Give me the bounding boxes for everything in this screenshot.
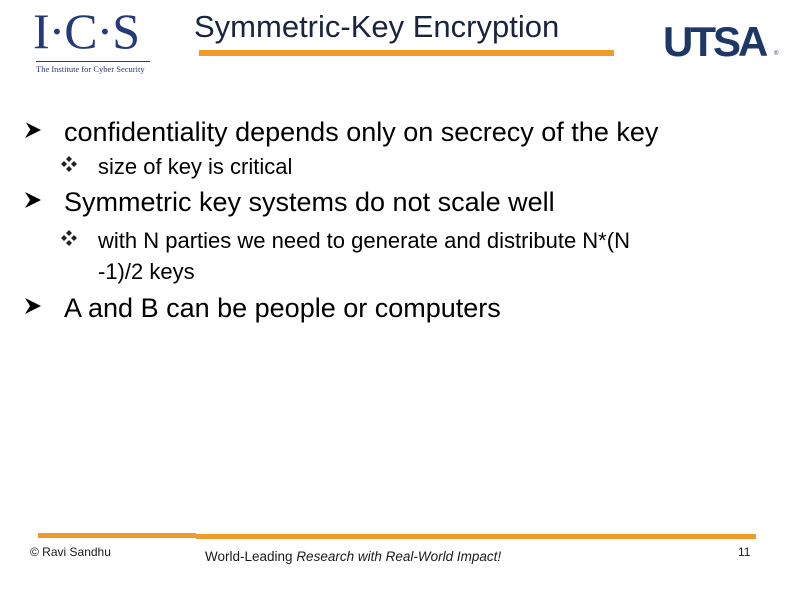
- utsa-registered-mark: ®: [774, 51, 779, 57]
- sub-bullet-text-line2: -1)/2 keys: [98, 259, 195, 284]
- footer-rule: [196, 534, 756, 539]
- ics-logo-tagline: The Institute for Cyber Security: [36, 64, 145, 74]
- sub-bullet-text-line1: with N parties we need to generate and d…: [98, 228, 630, 253]
- page-number: 11: [738, 545, 751, 559]
- sub-bullet-text: size of key is critical: [98, 154, 293, 179]
- slide-title: Symmetric-Key Encryption: [194, 9, 560, 44]
- ics-logo-letters: I·C·S: [33, 3, 140, 59]
- title-underline: [199, 50, 614, 56]
- bullet-text: Symmetric key systems do not scale well: [64, 187, 555, 217]
- footer-tagline: World-Leading Research with Real-World I…: [205, 549, 501, 564]
- footer-copyright: © Ravi Sandhu: [30, 545, 111, 559]
- bullet-text: confidentiality depends only on secrecy …: [64, 117, 659, 147]
- arrowhead-bullet-icon: [25, 192, 41, 208]
- footer-rule-left: [38, 533, 196, 538]
- footer-tagline-plain: World-Leading: [205, 549, 297, 564]
- four-diamond-bullet-icon: [61, 230, 77, 246]
- ics-logo: I·C·S The Institute for Cyber Security: [33, 3, 155, 74]
- ics-logo-rule: [36, 61, 150, 62]
- arrowhead-bullet-icon: [24, 121, 41, 138]
- four-diamond-bullet-icon: [61, 156, 77, 172]
- footer-tagline-italic: Research with Real-World Impact!: [296, 549, 502, 564]
- bullet-text: A and B can be people or computers: [64, 293, 501, 323]
- arrowhead-bullet-icon: [25, 298, 41, 314]
- utsa-logo: UTSA: [663, 18, 768, 65]
